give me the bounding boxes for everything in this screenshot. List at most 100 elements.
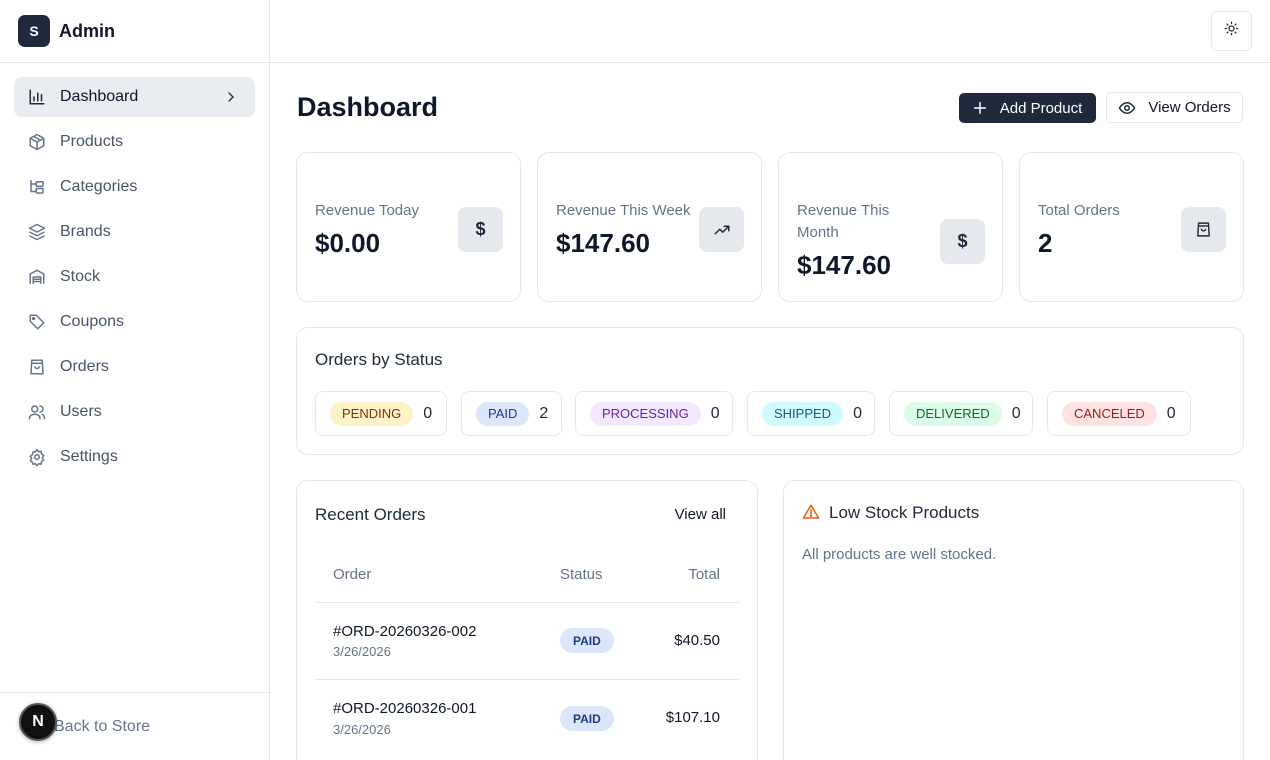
column-header-status: Status [560, 566, 603, 583]
stat-label: Revenue This Week [556, 202, 691, 219]
sidebar-item-orders[interactable]: Orders [14, 347, 255, 387]
layers-icon [28, 223, 46, 241]
status-badge: PAID [560, 706, 614, 731]
status-canceled[interactable]: CANCELED 0 [1047, 391, 1191, 436]
column-header-total: Total [688, 566, 720, 583]
sidebar-item-label: Stock [60, 268, 101, 285]
eye-icon [1118, 99, 1136, 117]
add-product-button[interactable]: Add Product [959, 93, 1096, 123]
order-total: $40.50 [674, 632, 720, 649]
status-count: 0 [853, 404, 862, 422]
order-date: 3/26/2026 [333, 722, 391, 737]
sidebar-nav: Dashboard Products Categories Brands Sto… [0, 63, 269, 477]
sidebar-item-label: Categories [60, 178, 138, 195]
sidebar-item-stock[interactable]: Stock [14, 257, 255, 297]
sidebar-item-label: Users [60, 403, 102, 420]
brand[interactable]: S Admin [0, 0, 269, 63]
page-title: Dashboard [297, 92, 439, 122]
order-id[interactable]: #ORD-20260326-001 [333, 700, 476, 717]
brand-name: Admin [59, 20, 115, 41]
shopping-bag-icon [28, 358, 46, 376]
sidebar-item-brands[interactable]: Brands [14, 212, 255, 252]
sidebar-item-label: Orders [60, 358, 109, 375]
stat-value: $147.60 [556, 228, 650, 258]
view-orders-button[interactable]: View Orders [1106, 92, 1243, 123]
status-badge: PAID [476, 401, 530, 426]
divider [315, 602, 739, 603]
order-total: $107.10 [665, 709, 720, 726]
stat-card-revenue-week: Revenue This Week $147.60 [537, 152, 762, 302]
stat-card-revenue-today: Revenue Today $0.00 $ [296, 152, 521, 302]
orders-by-status-card: Orders by Status PENDING 0 PAID 2 PROCES… [296, 327, 1244, 455]
sidebar-item-label: Settings [60, 448, 118, 465]
column-header-order: Order [333, 566, 372, 583]
status-badge: PROCESSING [590, 401, 701, 426]
recent-orders-card: Recent Orders View all Order Status Tota… [296, 480, 758, 760]
sidebar-item-label: Brands [60, 223, 111, 240]
status-count: 2 [539, 404, 549, 422]
status-badge: SHIPPED [762, 401, 844, 426]
sidebar-item-label: Dashboard [60, 88, 139, 105]
stat-value: $147.60 [797, 250, 891, 280]
topbar [270, 0, 1270, 63]
chevron-right-icon [223, 89, 239, 105]
low-stock-card: Low Stock Products All products are well… [783, 480, 1244, 760]
stat-value: $0.00 [315, 228, 381, 258]
bar-chart-icon [28, 88, 46, 106]
brand-logo: S [18, 15, 50, 47]
sidebar-item-coupons[interactable]: Coupons [14, 302, 255, 342]
plus-icon [973, 101, 987, 115]
gear-icon [28, 448, 46, 466]
empty-state-message: All products are well stocked. [802, 546, 997, 563]
sun-icon [1224, 21, 1239, 41]
divider [315, 679, 739, 680]
shopping-bag-icon [1181, 207, 1226, 252]
card-title: Low Stock Products [829, 503, 980, 522]
order-date: 3/26/2026 [333, 644, 391, 659]
dollar-icon: $ [940, 219, 985, 264]
warehouse-icon [28, 268, 46, 286]
stat-label: Total Orders [1038, 202, 1120, 219]
sidebar-item-label: Products [60, 133, 124, 150]
tag-icon [28, 313, 46, 331]
stat-label: Revenue This Month [797, 202, 890, 241]
sidebar-item-dashboard[interactable]: Dashboard [14, 77, 255, 117]
status-badge: DELIVERED [904, 401, 1002, 426]
view-all-link[interactable]: View all [675, 506, 726, 523]
trending-up-icon [699, 207, 744, 252]
folder-tree-icon [28, 178, 46, 196]
status-count: 0 [423, 404, 433, 422]
theme-toggle-button[interactable] [1211, 11, 1252, 51]
status-badge: PENDING [330, 401, 414, 426]
sidebar: S Admin Dashboard Products Categories Br… [0, 0, 270, 760]
card-title: Recent Orders [315, 505, 426, 524]
sidebar-item-settings[interactable]: Settings [14, 437, 255, 477]
view-orders-label: View Orders [1148, 99, 1231, 116]
sidebar-item-label: Coupons [60, 313, 125, 330]
status-processing[interactable]: PROCESSING 0 [575, 391, 733, 436]
sidebar-item-products[interactable]: Products [14, 122, 255, 162]
stat-value: 2 [1038, 228, 1053, 258]
status-count: 0 [1011, 404, 1021, 422]
status-pending[interactable]: PENDING 0 [315, 391, 447, 436]
back-to-store-label: Back to Store [54, 717, 151, 735]
sidebar-item-categories[interactable]: Categories [14, 167, 255, 207]
dev-tools-badge[interactable]: N [19, 703, 57, 741]
status-shipped[interactable]: SHIPPED 0 [747, 391, 875, 436]
add-product-label: Add Product [999, 99, 1083, 117]
stat-card-revenue-month: Revenue This Month $147.60 $ [778, 152, 1003, 302]
status-paid[interactable]: PAID 2 [461, 391, 562, 436]
status-count: 0 [710, 404, 720, 422]
sidebar-item-users[interactable]: Users [14, 392, 255, 432]
status-badge: PAID [560, 628, 614, 653]
order-id[interactable]: #ORD-20260326-002 [333, 623, 476, 640]
dollar-icon: $ [458, 207, 503, 252]
status-delivered[interactable]: DELIVERED 0 [889, 391, 1033, 436]
package-icon [28, 133, 46, 151]
stat-label: Revenue Today [315, 202, 419, 219]
users-icon [28, 403, 46, 421]
card-title: Orders by Status [315, 350, 443, 369]
warning-icon [802, 503, 820, 521]
status-count: 0 [1166, 404, 1176, 422]
stat-card-total-orders: Total Orders 2 [1019, 152, 1244, 302]
